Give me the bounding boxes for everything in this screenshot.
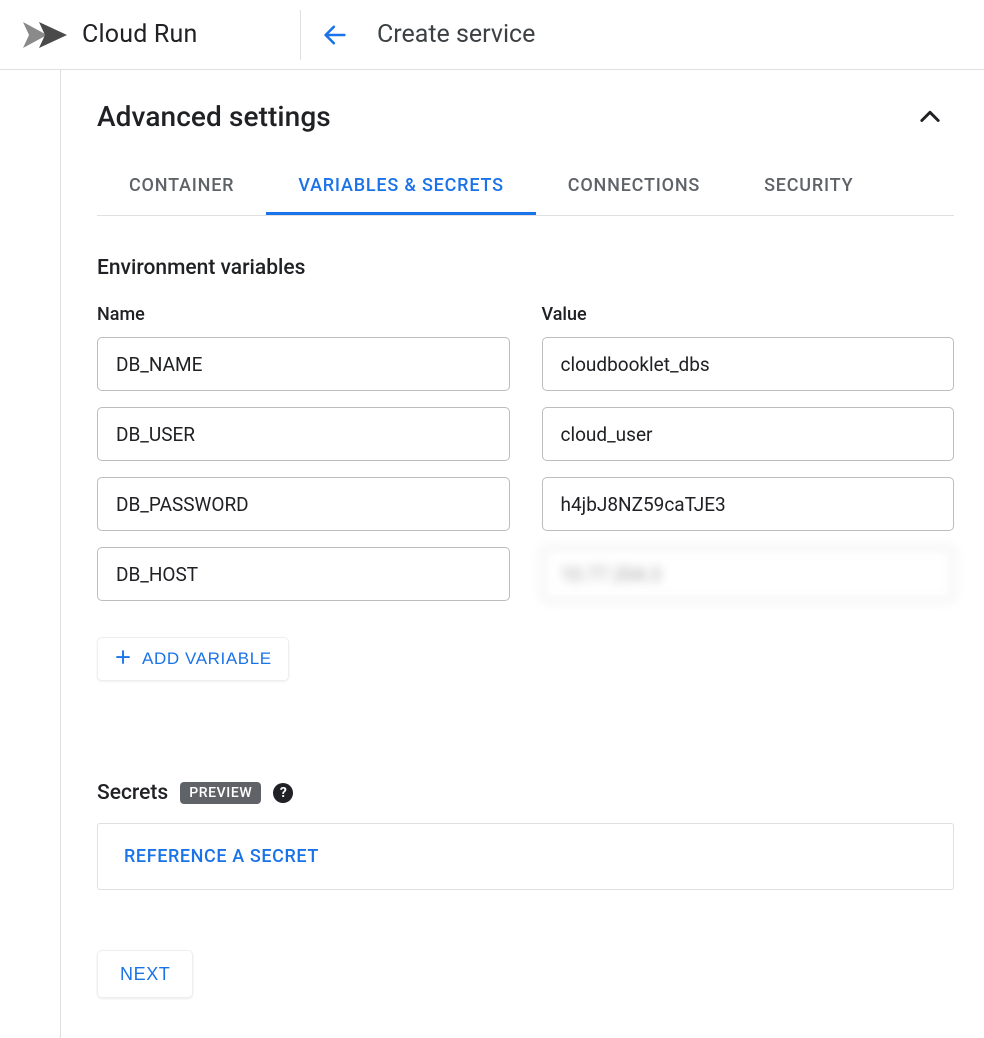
- env-name-input-0[interactable]: [97, 337, 510, 391]
- env-value-column: Value: [542, 304, 955, 617]
- panel-header[interactable]: Advanced settings: [97, 100, 954, 133]
- tab-container[interactable]: CONTAINER: [97, 161, 266, 215]
- cloud-run-logo-icon: [22, 19, 72, 51]
- reference-secret-button[interactable]: REFERENCE A SECRET: [124, 846, 319, 867]
- top-bar-right: Create service: [301, 20, 535, 49]
- chevron-up-icon[interactable]: [916, 103, 954, 131]
- env-value-input-1[interactable]: [542, 407, 955, 461]
- secrets-header: Secrets PREVIEW ?: [97, 781, 954, 805]
- tab-connections[interactable]: CONNECTIONS: [536, 161, 732, 215]
- env-value-input-2[interactable]: [542, 477, 955, 531]
- env-value-header: Value: [542, 304, 955, 325]
- product-name: Cloud Run: [82, 20, 197, 49]
- panel-title: Advanced settings: [97, 100, 331, 133]
- preview-badge: PREVIEW: [180, 782, 261, 804]
- back-arrow-icon[interactable]: [321, 21, 349, 49]
- env-section-title: Environment variables: [97, 256, 954, 280]
- env-name-input-3[interactable]: [97, 547, 510, 601]
- secrets-title: Secrets: [97, 781, 168, 805]
- page-title: Create service: [377, 20, 535, 49]
- add-variable-label: ADD VARIABLE: [142, 649, 272, 669]
- env-name-input-1[interactable]: [97, 407, 510, 461]
- env-table: Name Value: [97, 304, 954, 617]
- env-name-input-2[interactable]: [97, 477, 510, 531]
- content-area: Advanced settings CONTAINER VARIABLES & …: [60, 70, 984, 1038]
- add-variable-button[interactable]: ADD VARIABLE: [97, 637, 289, 681]
- secrets-box: REFERENCE A SECRET: [97, 823, 954, 890]
- env-name-header: Name: [97, 304, 510, 325]
- tab-variables-secrets[interactable]: VARIABLES & SECRETS: [266, 161, 535, 215]
- help-icon[interactable]: ?: [273, 783, 293, 803]
- top-bar: Cloud Run Create service: [0, 0, 984, 70]
- tab-security[interactable]: SECURITY: [732, 161, 885, 215]
- env-value-input-0[interactable]: [542, 337, 955, 391]
- env-value-input-3[interactable]: [542, 547, 955, 601]
- plus-icon: [114, 648, 132, 671]
- next-button[interactable]: NEXT: [97, 950, 193, 998]
- tabs: CONTAINER VARIABLES & SECRETS CONNECTION…: [97, 161, 954, 216]
- env-name-column: Name: [97, 304, 510, 617]
- top-bar-left: Cloud Run: [0, 0, 300, 69]
